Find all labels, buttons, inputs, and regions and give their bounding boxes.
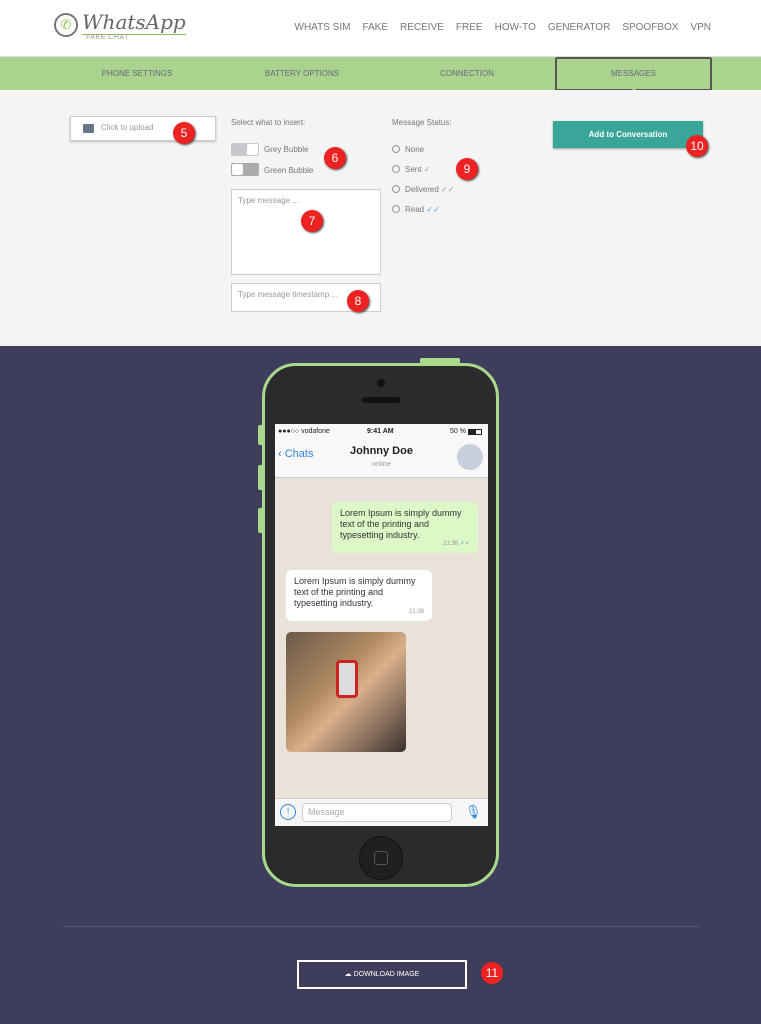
microphone-icon[interactable]: 🎙 [465,804,482,820]
add-to-conversation-button[interactable]: Add to Conversation [553,121,703,148]
blue-double-check-icon: ✓✓ [426,205,440,214]
green-bubble-toggle[interactable] [231,163,259,176]
grey-bubble-label: Grey Bubble [264,145,309,154]
compose-bar: ↑ Message 🎙 [275,798,488,826]
chat-header: ‹ Chats Johnny Doe online [275,440,488,478]
divider [62,926,700,927]
status-delivered-radio[interactable] [392,185,400,193]
green-message-bubble: Lorem Ipsum is simply dummy text of the … [332,502,478,553]
status-bar: ●●●○○ vodafone 9:41 AM 50 % [275,424,488,440]
single-check-icon: ✓ [423,165,431,174]
annotation-badge: 11 [481,962,503,984]
message-text: Lorem Ipsum is simply dummy text of the … [294,576,416,608]
main-nav: WHATS SIM FAKE RECEIVE FREE HOW-TO GENER… [295,22,712,33]
carrier: ●●●○○ vodafone [278,428,330,435]
download-image-button[interactable]: ☁ DOWNLOAD IMAGE [297,960,467,989]
nav-spoofbox[interactable]: SPOOFBOX [622,22,678,33]
phone-screen: ●●●○○ vodafone 9:41 AM 50 % ‹ Chats John… [275,424,488,826]
annotation-badge: 9 [456,158,478,180]
nav-fake[interactable]: FAKE [362,22,388,33]
avatar[interactable] [457,444,483,470]
double-check-icon: ✓✓ [441,185,455,194]
logo-subtitle: FAKE CHAT [86,34,129,41]
annotation-badge: 7 [301,210,323,232]
settings-tabs: PHONE SETTINGS BATTERY OPTIONS CONNECTIO… [0,56,761,91]
tab-battery-options[interactable]: BATTERY OPTIONS [227,57,377,91]
annotation-badge: 10 [686,135,708,157]
nav-free[interactable]: FREE [456,22,483,33]
status-label: Message Status: [392,118,452,127]
message-time: 21:38 [408,609,424,615]
message-time: 21:38 ✓✓ [443,541,470,547]
status-sent-radio[interactable] [392,165,400,173]
status-sent-label: Sent ✓ [405,165,431,174]
message-text: Lorem Ipsum is simply dummy text of the … [340,508,462,540]
grey-bubble-toggle[interactable] [231,143,259,156]
upload-label: Click to upload [101,123,154,132]
nav-receive[interactable]: RECEIVE [400,22,444,33]
status-none-label: None [405,145,425,154]
tab-connection[interactable]: CONNECTION [392,57,542,91]
annotation-badge: 5 [173,122,195,144]
contact-presence: online [372,461,391,468]
photo-message[interactable] [286,632,406,752]
message-input[interactable]: Message [302,803,452,822]
tab-messages[interactable]: MESSAGES [555,57,712,91]
read-check-icon: ✓✓ [459,541,470,547]
annotation-badge: 6 [324,147,346,169]
home-button [359,836,403,880]
annotation-badge: 8 [347,290,369,312]
status-read-label: Read ✓✓ [405,205,440,214]
grey-message-bubble: Lorem Ipsum is simply dummy text of the … [286,570,432,621]
message-textarea[interactable]: Type message ... [231,189,381,275]
attach-icon[interactable]: ↑ [280,804,296,820]
status-delivered-label: Delivered ✓✓ [405,185,455,194]
nav-generator[interactable]: GENERATOR [548,22,610,33]
header: ✆ WhatsApp FAKE CHAT WHATS SIM FAKE RECE… [0,0,761,56]
status-none-radio[interactable] [392,145,400,153]
image-icon [83,124,94,133]
cloud-download-icon: ☁ [344,971,352,978]
nav-vpn[interactable]: VPN [690,22,711,33]
battery-percent: 50 % [450,428,466,435]
camera-icon [377,379,385,387]
battery-icon [468,429,482,435]
clock: 9:41 AM [367,428,394,435]
status-read-radio[interactable] [392,205,400,213]
nav-whats-sim[interactable]: WHATS SIM [295,22,351,33]
whatsapp-logo-icon[interactable]: ✆ [54,13,78,37]
green-bubble-label: Green Bubble [264,166,314,175]
insert-label: Select what to insert: [231,118,306,127]
speaker-grille [362,397,400,403]
logo-title[interactable]: WhatsApp [82,10,186,35]
nav-how-to[interactable]: HOW-TO [495,22,536,33]
tab-phone-settings[interactable]: PHONE SETTINGS [62,57,212,91]
